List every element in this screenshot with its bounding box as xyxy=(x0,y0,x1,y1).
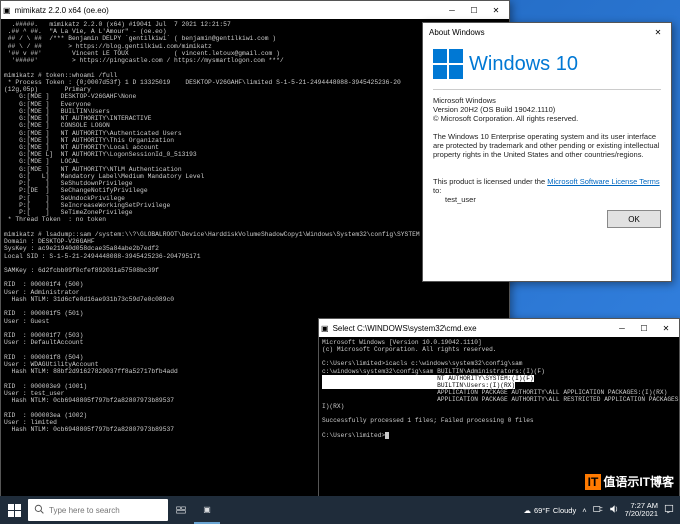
cmd-success: Successfully processed 1 files; Failed p… xyxy=(322,417,534,424)
ok-button[interactable]: OK xyxy=(607,210,661,228)
sam-users: RID : 000001f4 (500) User : Administrato… xyxy=(4,281,178,433)
minimize-button[interactable]: ─ xyxy=(441,2,463,18)
mimikatz-titlebar[interactable]: ▣ mimikatz 2.2.0 x64 (oe.eo) ─ ☐ ✕ xyxy=(1,1,509,19)
about-license: This product is licensed under the Micro… xyxy=(433,177,661,195)
cmd-prompt1: C:\Users\limited>icacls c:\windows\syste… xyxy=(322,360,523,367)
weather-icon: ☁ xyxy=(523,506,531,515)
search-input[interactable] xyxy=(49,506,149,515)
about-body: Windows 10 Microsoft Windows Version 20H… xyxy=(423,41,671,212)
tray-chevron-up-icon[interactable]: ˄ xyxy=(582,506,586,515)
maximize-button[interactable]: ☐ xyxy=(463,2,485,18)
system-tray: ☁ 69°F Cloudy ˄ 7:27 AM 7/20/2021 xyxy=(517,502,680,519)
taskbar-app-terminal[interactable]: ▣ xyxy=(194,496,220,524)
about-line3: © Microsoft Corporation. All rights rese… xyxy=(433,114,661,123)
about-line2: Version 20H2 (OS Build 19042.1110) xyxy=(433,105,661,114)
minimize-button[interactable]: ─ xyxy=(611,320,633,336)
mimikatz-cmd1: mimikatz # token::whoami /full xyxy=(4,72,117,79)
cmd-title: Select C:\WINDOWS\system32\cmd.exe xyxy=(329,324,611,333)
cmd-out-hl1: NT AUTHORITY\SYSTEM:(I)(F) xyxy=(322,375,534,382)
about-title: About Windows xyxy=(425,28,647,37)
notifications-icon[interactable] xyxy=(664,504,674,516)
about-titlebar[interactable]: About Windows ✕ xyxy=(423,23,671,41)
clock-date: 7/20/2021 xyxy=(625,510,658,518)
taskbar-clock[interactable]: 7:27 AM 7/20/2021 xyxy=(625,502,658,519)
about-paragraph: The Windows 10 Enterprise operating syst… xyxy=(433,132,661,159)
licensed-user: test_user xyxy=(433,195,661,204)
weather-temp: 69°F xyxy=(534,506,550,515)
windows-wordmark: Windows 10 xyxy=(469,53,578,76)
windows-logo-icon xyxy=(433,49,463,79)
watermark: IT 值语示IT博客 xyxy=(585,473,674,490)
close-button[interactable]: ✕ xyxy=(655,320,677,336)
cmd-out-1: c:\windows\system32\config\sam BUILTIN\A… xyxy=(322,368,545,375)
start-button[interactable] xyxy=(0,496,28,524)
about-line1: Microsoft Windows xyxy=(433,96,661,105)
cmd-titlebar[interactable]: ▣ Select C:\WINDOWS\system32\cmd.exe ─ ☐… xyxy=(319,319,679,337)
windows-logo: Windows 10 xyxy=(433,49,661,79)
cmd-header: Microsoft Windows [Version 10.0.19042.11… xyxy=(322,339,497,353)
watermark-text: 值语示IT博客 xyxy=(603,473,674,490)
cmd-icon: ▣ xyxy=(321,324,329,333)
about-windows-dialog: About Windows ✕ Windows 10 Microsoft Win… xyxy=(422,22,672,282)
search-icon xyxy=(34,504,44,516)
close-button[interactable]: ✕ xyxy=(485,2,507,18)
mimikatz-title: mimikatz 2.2.0 x64 (oe.eo) xyxy=(11,6,441,15)
cmd-window: ▣ Select C:\WINDOWS\system32\cmd.exe ─ ☐… xyxy=(318,318,680,498)
cursor xyxy=(385,432,389,439)
token-block: * Process Token : {0;0007d53f} 1 D 13325… xyxy=(4,79,401,223)
weather-desc: Cloudy xyxy=(553,506,576,515)
cmd-out-2: APPLICATION PACKAGE AUTHORITY\ALL APPLIC… xyxy=(322,389,679,410)
cmd-out-hl2: BUILTIN\Users:(I)(RX) xyxy=(322,382,515,389)
task-view-button[interactable] xyxy=(168,496,194,524)
weather-widget[interactable]: ☁ 69°F Cloudy xyxy=(523,506,576,515)
close-button[interactable]: ✕ xyxy=(647,24,669,40)
volume-icon[interactable] xyxy=(609,504,619,516)
watermark-box: IT xyxy=(585,474,602,490)
cmd-prompt2: C:\Users\limited> xyxy=(322,432,385,439)
sam-header: Domain : DESKTOP-V26GAHF SysKey : ac9e21… xyxy=(4,238,201,274)
mimikatz-banner: .#####. mimikatz 2.2.0 (x64) #19041 Jul … xyxy=(4,21,284,64)
taskbar: ▣ ☁ 69°F Cloudy ˄ 7:27 AM 7/20/2021 xyxy=(0,496,680,524)
divider xyxy=(433,89,661,90)
license-link[interactable]: Microsoft Software License Terms xyxy=(547,177,659,186)
taskbar-search[interactable] xyxy=(28,499,168,521)
terminal-icon: ▣ xyxy=(3,6,11,15)
maximize-button[interactable]: ☐ xyxy=(633,320,655,336)
network-icon[interactable] xyxy=(593,504,603,516)
windows-start-icon xyxy=(8,504,21,517)
